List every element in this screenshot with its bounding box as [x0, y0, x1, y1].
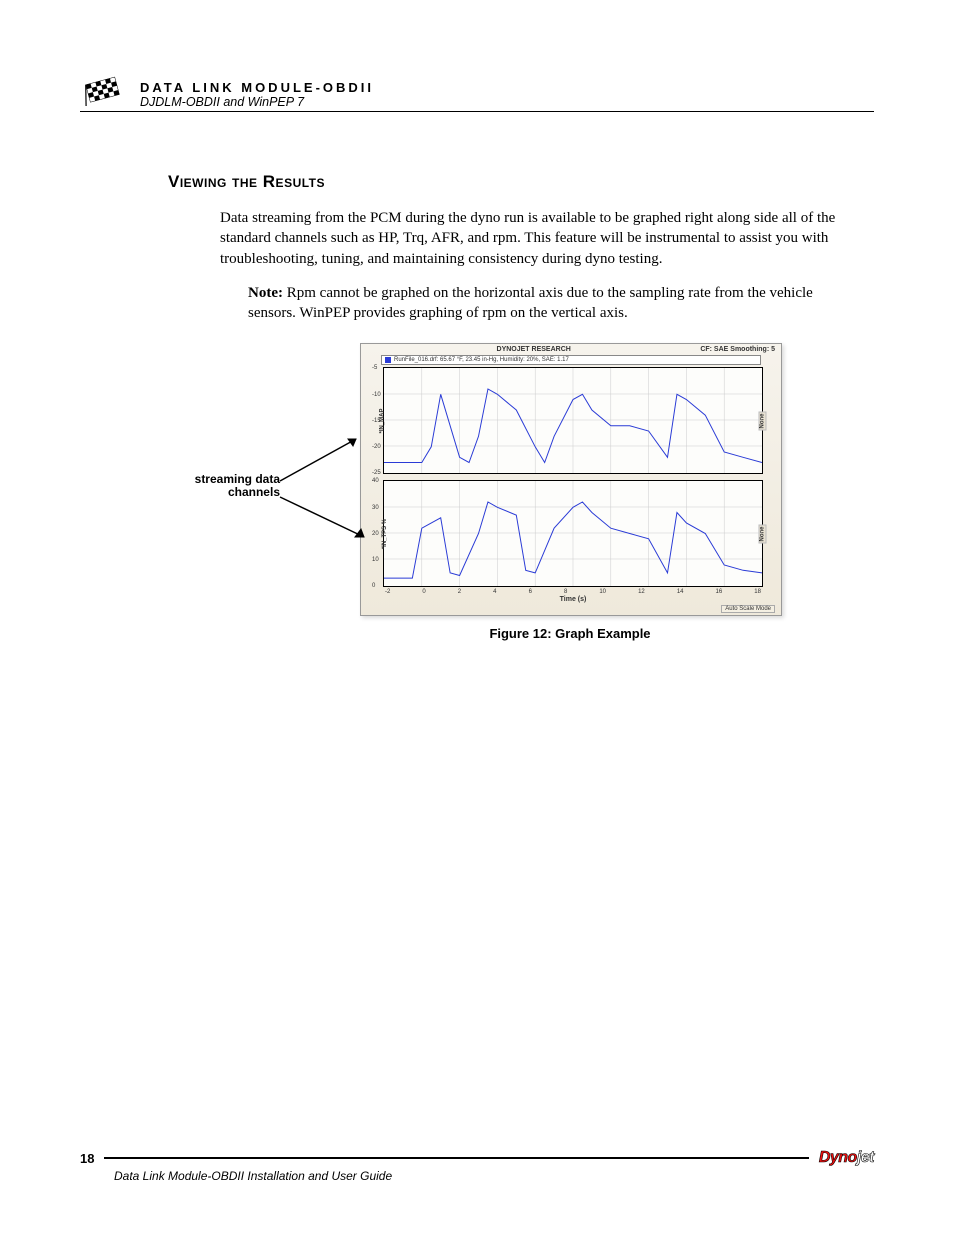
note-text: Rpm cannot be graphed on the horizontal … — [248, 285, 813, 321]
top-plot: *IN_MAP None -5 -10 -15 -20 -25 — [383, 367, 763, 474]
doc-title: DATA LINK MODULE-OBDII — [140, 80, 874, 95]
note-block: Note: Rpm cannot be graphed on the horiz… — [248, 283, 864, 324]
legend-text: RunFile_016.drf: 65.67 °F, 23.45 in-Hg, … — [394, 357, 569, 363]
chart-window: DYNOJET RESEARCH CF: SAE Smoothing: 5 Ru… — [360, 343, 782, 616]
legend-swatch-icon — [385, 357, 391, 363]
page-number: 18 — [80, 1151, 94, 1166]
callout-label: streaming data channels — [170, 473, 280, 499]
x-axis-label: Time (s) — [383, 596, 763, 603]
note-label: Note: — [248, 285, 283, 301]
figure-caption: Figure 12: Graph Example — [360, 626, 780, 641]
section-heading: Viewing the Results — [168, 172, 874, 192]
body-paragraph: Data streaming from the PCM during the d… — [220, 208, 864, 269]
bottom-plot: *IN_TPS % None 40 30 20 10 0 — [383, 480, 763, 587]
doc-subtitle: DJDLM-OBDII and WinPEP 7 — [140, 95, 874, 109]
page-footer: 18 Dynojet Data Link Module-OBDII Instal… — [80, 1149, 874, 1183]
chart-title: DYNOJET RESEARCH — [497, 346, 571, 353]
checkered-flag-icon — [80, 76, 130, 106]
arrow-icon — [278, 493, 378, 553]
figure: streaming data channels DYNOJET RESEARCH… — [160, 343, 874, 641]
chart-footer: Auto Scale Mode — [361, 605, 781, 615]
brand-logo: Dynojet — [819, 1149, 874, 1167]
page-header: DATA LINK MODULE-OBDII DJDLM-OBDII and W… — [80, 80, 874, 112]
footer-rule — [104, 1157, 808, 1159]
x-axis-ticks: -2024681012141618 — [383, 589, 763, 595]
chart-legend: RunFile_016.drf: 65.67 °F, 23.45 in-Hg, … — [381, 355, 761, 365]
arrow-icon — [278, 433, 368, 493]
footer-guide-title: Data Link Module-OBDII Installation and … — [114, 1169, 874, 1183]
chart-settings: CF: SAE Smoothing: 5 — [700, 346, 775, 353]
